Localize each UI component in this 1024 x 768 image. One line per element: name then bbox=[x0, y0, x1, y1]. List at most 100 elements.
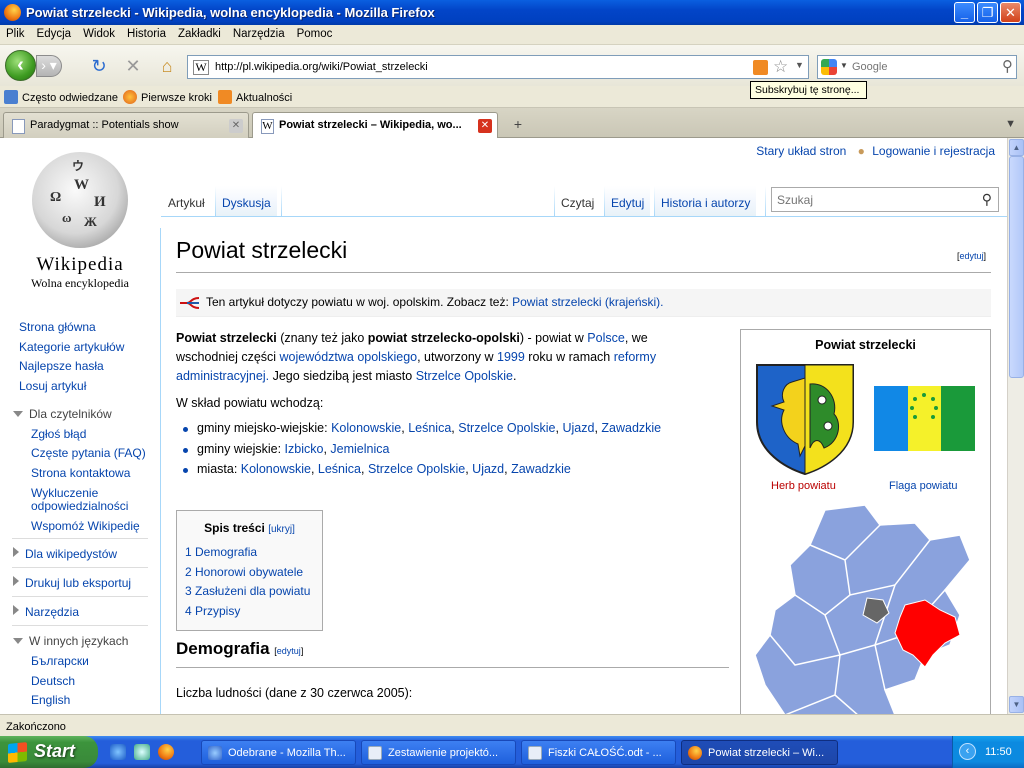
menu-edycja[interactable]: Edycja bbox=[31, 25, 78, 40]
flag-caption[interactable]: Flaga powiatu bbox=[889, 480, 958, 492]
link-strzelce[interactable]: Strzelce Opolskie bbox=[416, 369, 513, 383]
toc-item[interactable]: 1 Demografia bbox=[185, 545, 257, 559]
search-input[interactable] bbox=[852, 59, 982, 75]
toc-item[interactable]: 4 Przypisy bbox=[185, 604, 240, 618]
sidebar-heading-languages[interactable]: W innych językach bbox=[13, 634, 128, 648]
bookmark-aktualnosci[interactable]: Aktualności bbox=[218, 90, 292, 104]
folder-icon bbox=[4, 90, 18, 104]
menu-widok[interactable]: Widok bbox=[77, 25, 121, 40]
login-link[interactable]: Logowanie i rejestracja bbox=[872, 144, 995, 158]
quicklaunch-ie-icon[interactable] bbox=[110, 744, 126, 760]
old-layout-link[interactable]: Stary układ stron bbox=[756, 144, 846, 158]
toc-toggle[interactable]: [ukryj] bbox=[268, 524, 295, 535]
wiki-search-input[interactable] bbox=[777, 192, 967, 208]
tab-divider bbox=[281, 186, 282, 216]
sidebar-item-wykluczenie[interactable]: Wykluczenie bbox=[31, 486, 98, 500]
flag-image[interactable] bbox=[874, 386, 975, 451]
rss-feed-icon[interactable] bbox=[753, 60, 768, 75]
sidebar-item-strona-glowna[interactable]: Strona główna bbox=[19, 320, 96, 334]
tab-edytuj[interactable]: Edytuj bbox=[605, 186, 651, 216]
sidebar-item-kontakt[interactable]: Strona kontaktowa bbox=[31, 466, 130, 480]
sidebar-item-zglos-blad[interactable]: Zgłoś błąd bbox=[31, 427, 86, 441]
sidebar-item-najlepsze-hasla[interactable]: Najlepsze hasła bbox=[19, 359, 104, 373]
menu-zakladki[interactable]: Zakładki bbox=[172, 25, 227, 40]
sidebar-item-lang-en[interactable]: English bbox=[31, 693, 70, 707]
menu-narzedzia[interactable]: Narzędzia bbox=[227, 25, 291, 40]
home-icon[interactable]: ⌂ bbox=[156, 55, 178, 77]
close-tab-icon[interactable]: ✕ bbox=[229, 119, 243, 133]
stop-icon[interactable]: ✕ bbox=[122, 55, 144, 77]
engine-dropdown-icon[interactable]: ▼ bbox=[840, 61, 848, 70]
edit-title-link[interactable]: [edytuj] bbox=[957, 251, 986, 261]
maximize-button[interactable]: ❐ bbox=[977, 2, 998, 23]
scroll-down-icon[interactable]: ▼ bbox=[1009, 696, 1024, 713]
tab-powiat-strzelecki[interactable]: W Powiat strzelecki – Wikipedia, wo... ✕ bbox=[252, 112, 498, 139]
location-map-image[interactable] bbox=[755, 505, 977, 714]
scrollbar-thumb[interactable] bbox=[1009, 156, 1024, 378]
reload-icon[interactable]: ↻ bbox=[88, 55, 110, 77]
toc-item[interactable]: 2 Honorowi obywatele bbox=[185, 565, 303, 579]
sidebar-heading-print[interactable]: Drukuj lub eksportuj bbox=[13, 576, 131, 590]
tab-czytaj[interactable]: Czytaj bbox=[555, 186, 601, 216]
minimize-button[interactable]: _ bbox=[954, 2, 975, 23]
tab-paradygmat[interactable]: Paradygmat :: Potentials show ✕ bbox=[3, 112, 249, 138]
wikipedia-favicon-icon: W bbox=[261, 119, 274, 134]
sidebar-item-faq[interactable]: Częste pytania (FAQ) bbox=[31, 446, 146, 460]
vertical-scrollbar[interactable]: ▲ ▼ bbox=[1007, 138, 1024, 714]
link-1999[interactable]: 1999 bbox=[497, 350, 525, 364]
close-button[interactable]: ✕ bbox=[1000, 2, 1021, 23]
task-zestawienie[interactable]: Zestawienie projektó... bbox=[361, 740, 516, 765]
menu-pomoc[interactable]: Pomoc bbox=[291, 25, 339, 40]
toc-item[interactable]: 3 Zasłużeni dla powiatu bbox=[185, 584, 310, 598]
coat-of-arms-caption[interactable]: Herb powiatu bbox=[771, 480, 836, 492]
wikipedia-logo[interactable]: Ω W И ω Ж ウ Wikipedia Wolna encyklopedia bbox=[18, 152, 142, 292]
tab-dyskusja[interactable]: Dyskusja bbox=[216, 186, 277, 216]
edit-section-link[interactable]: [edytuj] bbox=[274, 646, 303, 656]
scroll-up-icon[interactable]: ▲ bbox=[1009, 139, 1024, 156]
search-icon[interactable]: ⚲ bbox=[1002, 57, 1013, 75]
sidebar-heading-readers[interactable]: Dla czytelników bbox=[13, 407, 112, 421]
link-reformy[interactable]: reformy bbox=[614, 350, 656, 364]
navigation-toolbar: ‹ › ▾ ↻ ✕ ⌂ W ☆ ▼ ▼ ⚲ bbox=[0, 45, 1024, 86]
tray-expand-icon[interactable]: ‹ bbox=[959, 743, 976, 760]
sidebar-item-wspomoz[interactable]: Wspomóż Wikipedię bbox=[31, 519, 140, 533]
sidebar-item-lang-de[interactable]: Deutsch bbox=[31, 674, 75, 688]
task-thunderbird[interactable]: Odebrane - Mozilla Th... bbox=[201, 740, 356, 765]
start-button[interactable]: Start bbox=[0, 736, 98, 768]
forward-button[interactable]: › ▾ bbox=[36, 55, 62, 77]
bookmark-pierwsze-kroki[interactable]: Pierwsze kroki bbox=[123, 90, 212, 104]
sidebar-item-kategorie[interactable]: Kategorie artykułów bbox=[19, 340, 124, 354]
link-polska[interactable]: Polsce bbox=[587, 331, 625, 345]
link-wojewodztwo[interactable]: województwa opolskiego bbox=[280, 350, 418, 364]
sidebar-heading-wikipedians[interactable]: Dla wikipedystów bbox=[13, 547, 117, 561]
menu-historia[interactable]: Historia bbox=[121, 25, 172, 40]
bookmark-czesto-odwiedzane[interactable]: Często odwiedzane bbox=[4, 90, 118, 104]
menu-plik[interactable]: Plik bbox=[0, 25, 31, 40]
wiki-search[interactable]: ⚲ bbox=[771, 187, 999, 212]
quicklaunch-firefox-icon[interactable] bbox=[158, 744, 174, 760]
coat-of-arms-image[interactable] bbox=[754, 362, 856, 476]
sidebar-item-lang-bg[interactable]: Български bbox=[31, 654, 89, 668]
new-tab-button[interactable]: + bbox=[505, 116, 531, 136]
tab-historia[interactable]: Historia i autorzy bbox=[655, 186, 757, 216]
search-bar[interactable]: ▼ ⚲ bbox=[817, 55, 1017, 79]
tab-list-dropdown-icon[interactable]: ▼ bbox=[1005, 118, 1016, 130]
url-input[interactable] bbox=[215, 59, 735, 75]
sidebar-item-odpowiedzialnosci[interactable]: odpowiedzialności bbox=[31, 499, 128, 513]
bookmark-star-icon[interactable]: ☆ bbox=[773, 57, 788, 77]
close-tab-icon[interactable]: ✕ bbox=[478, 119, 492, 133]
hatnote-link[interactable]: Powiat strzelecki (krajeński). bbox=[512, 295, 663, 309]
sidebar-heading-tools[interactable]: Narzędzia bbox=[13, 605, 79, 619]
quicklaunch-desktop-icon[interactable] bbox=[134, 744, 150, 760]
url-bar[interactable]: W ☆ ▼ bbox=[187, 55, 809, 79]
google-icon[interactable] bbox=[821, 59, 837, 75]
url-dropdown-icon[interactable]: ▼ bbox=[795, 60, 804, 70]
back-button[interactable]: ‹ bbox=[5, 50, 36, 81]
link-administracyjnej[interactable]: administracyjnej. bbox=[176, 369, 269, 383]
task-firefox-active[interactable]: Powiat strzelecki – Wi... bbox=[681, 740, 838, 765]
search-icon[interactable]: ⚲ bbox=[982, 191, 992, 208]
tab-artykul[interactable]: Artykuł bbox=[162, 186, 211, 216]
expand-triangle-icon bbox=[13, 605, 19, 615]
sidebar-item-losuj[interactable]: Losuj artykuł bbox=[19, 379, 86, 393]
task-fiszki[interactable]: Fiszki CAŁOŚĆ.odt - ... bbox=[521, 740, 676, 765]
